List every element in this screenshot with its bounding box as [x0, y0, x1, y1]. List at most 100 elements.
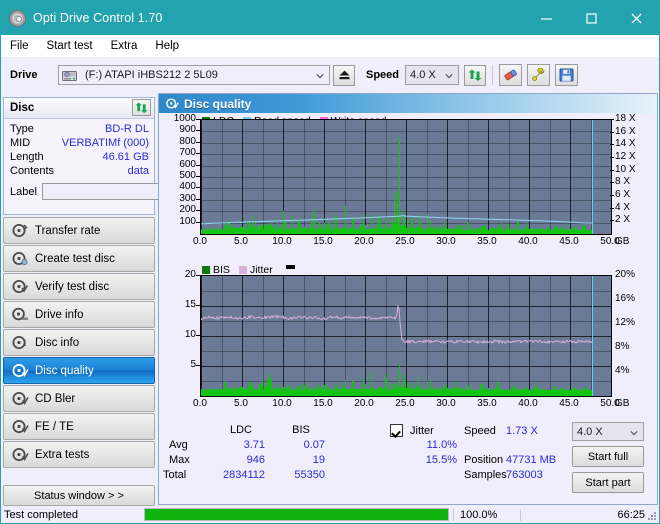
position-stat-value: 47731 MB	[506, 454, 557, 466]
refresh-icon	[468, 69, 482, 81]
y-axis-tick	[196, 305, 200, 306]
x-axis-tick-label: 10.0	[272, 236, 292, 247]
sidebar-label: Transfer rate	[35, 224, 101, 237]
sidebar-item-extra-tests[interactable]: Extra tests	[3, 441, 155, 468]
disc-panel-header: Disc	[4, 98, 154, 119]
disc-label-key: Label	[10, 185, 37, 198]
tools-button[interactable]	[527, 64, 551, 86]
disc-row-length: Length 46.61 GB	[10, 150, 149, 164]
y2-axis-tick-label: 16%	[615, 293, 636, 304]
stats-ldc-total: 2834112	[222, 469, 265, 481]
statistics-panel: LDC BIS Avg Max Total 3.71 946 2834112 0…	[159, 422, 657, 504]
x-axis-tick-label: 5.0	[234, 398, 248, 409]
menu-file[interactable]: File	[1, 35, 38, 57]
y-axis-tick	[196, 335, 200, 336]
y-axis-tick-label: 15	[184, 299, 196, 310]
sidebar-label: FE / TE	[35, 420, 74, 433]
disc-info-icon	[11, 335, 29, 351]
disc-value-type: BD-R DL	[104, 123, 149, 135]
samples-stat-value: 763003	[506, 469, 543, 481]
y-axis-tick	[196, 221, 200, 223]
y2-axis-tick-label: 20%	[615, 269, 636, 280]
legend-swatch-jitter	[238, 265, 247, 274]
sidebar-item-disc-info[interactable]: Disc info	[3, 329, 155, 356]
close-button[interactable]	[614, 1, 659, 35]
menu-extra[interactable]: Extra	[102, 35, 147, 57]
stats-header-ldc: LDC	[229, 424, 252, 436]
save-button[interactable]	[555, 64, 579, 86]
sidebar-item-verify-test-disc[interactable]: Verify test disc	[3, 273, 155, 300]
x-axis-tick-label: 10.0	[272, 398, 292, 409]
resize-grip[interactable]	[647, 511, 657, 521]
sidebar-item-fe-te[interactable]: FE / TE	[3, 413, 155, 440]
maximize-button[interactable]	[569, 1, 614, 35]
drive-info-icon	[11, 307, 29, 323]
disc-key-type: Type	[10, 123, 34, 135]
y-axis-tick-label: 1000	[173, 113, 196, 124]
sidebar-item-transfer-rate[interactable]: Transfer rate	[3, 217, 155, 244]
jitter-label: Jitter	[410, 425, 434, 437]
y2-axis-tick-label: 4%	[615, 365, 630, 376]
disc-refresh-button[interactable]	[132, 99, 151, 116]
y2-axis-tick	[610, 220, 614, 222]
position-cursor	[592, 120, 593, 234]
x-axis-tick-label: 35.0	[477, 236, 497, 247]
y-axis-tick-label: 5	[190, 359, 196, 370]
drive-toolbar: Drive (F:) ATAPI iHBS212 2 5L09 Speed 4.…	[1, 57, 659, 93]
y-axis-tick	[196, 130, 200, 132]
refresh-button[interactable]	[464, 64, 487, 86]
disc-value-contents: data	[127, 165, 149, 177]
bis-plot-area[interactable]	[200, 275, 612, 397]
y-axis-tick	[196, 275, 200, 276]
y-axis-tick-label: 700	[179, 147, 196, 159]
y2-axis-tick	[610, 182, 614, 184]
disc-quality-panel: Disc quality LDC Read speed Write speed …	[158, 93, 658, 505]
disc-row-contents: Contents data	[10, 164, 149, 178]
y2-axis-tick-label: 10 X	[615, 163, 636, 175]
grid-line-v	[611, 276, 612, 396]
y2-axis-tick	[610, 119, 614, 120]
minimize-button[interactable]	[524, 1, 569, 35]
stats-bis-max: 19	[312, 454, 325, 466]
y-axis-tick	[196, 198, 200, 200]
drive-select[interactable]: (F:) ATAPI iHBS212 2 5L09	[58, 65, 330, 85]
menu-help[interactable]: Help	[146, 35, 188, 57]
ldc-plot-area[interactable]	[200, 119, 612, 235]
erase-button[interactable]	[499, 64, 523, 86]
y-axis-tick-label: 300	[179, 192, 196, 204]
y-axis-tick	[196, 365, 200, 366]
grid-line-v	[611, 120, 612, 234]
bis-jitter-chart: 5 10 15 20 4% 8% 12% 16% 20% 0.0 5.0 10.0 15.0 20.0 25…	[159, 269, 657, 419]
status-bar: Test completed 100.0% 66:25	[1, 506, 659, 523]
menu-start-test[interactable]: Start test	[38, 35, 102, 57]
disc-quality-icon	[11, 363, 29, 379]
progress-fill	[145, 509, 448, 520]
jitter-checkbox[interactable]	[390, 424, 403, 437]
x-axis-tick-label: 0.0	[193, 398, 207, 409]
tools-icon	[531, 68, 544, 82]
y2-axis-tick	[610, 144, 614, 146]
sidebar-item-disc-quality[interactable]: Disc quality	[3, 357, 155, 384]
eject-button[interactable]	[333, 64, 355, 86]
y-axis-tick	[196, 187, 200, 189]
disc-label-row: Label	[10, 182, 245, 201]
eject-icon	[339, 70, 349, 80]
x-axis-tick-label: 35.0	[477, 398, 497, 409]
speed-select[interactable]: 4.0 X	[405, 65, 460, 85]
x-axis-tick-label: 30.0	[436, 236, 456, 247]
test-speed-select[interactable]: 4.0 X	[572, 422, 644, 441]
disc-verify-icon	[11, 279, 29, 295]
position-cursor	[592, 276, 593, 396]
sidebar-item-drive-info[interactable]: Drive info	[3, 301, 155, 328]
sidebar-item-create-test-disc[interactable]: Create test disc	[3, 245, 155, 272]
status-window-button[interactable]: Status window > >	[3, 485, 155, 506]
start-part-button[interactable]: Start part	[572, 472, 644, 493]
x-axis-tick-label: 40.0	[518, 398, 538, 409]
save-icon	[559, 68, 574, 82]
sidebar-label: Disc quality	[35, 364, 94, 377]
sidebar-item-cd-bler[interactable]: CD Bler	[3, 385, 155, 412]
elapsed-time: 66:25	[520, 508, 659, 521]
y2-axis-tick-label: 16 X	[615, 125, 636, 137]
disc-panel: Disc Type BD-R DL MID VERBATIMf (000) Le…	[3, 97, 245, 215]
start-full-button[interactable]: Start full	[572, 446, 644, 467]
